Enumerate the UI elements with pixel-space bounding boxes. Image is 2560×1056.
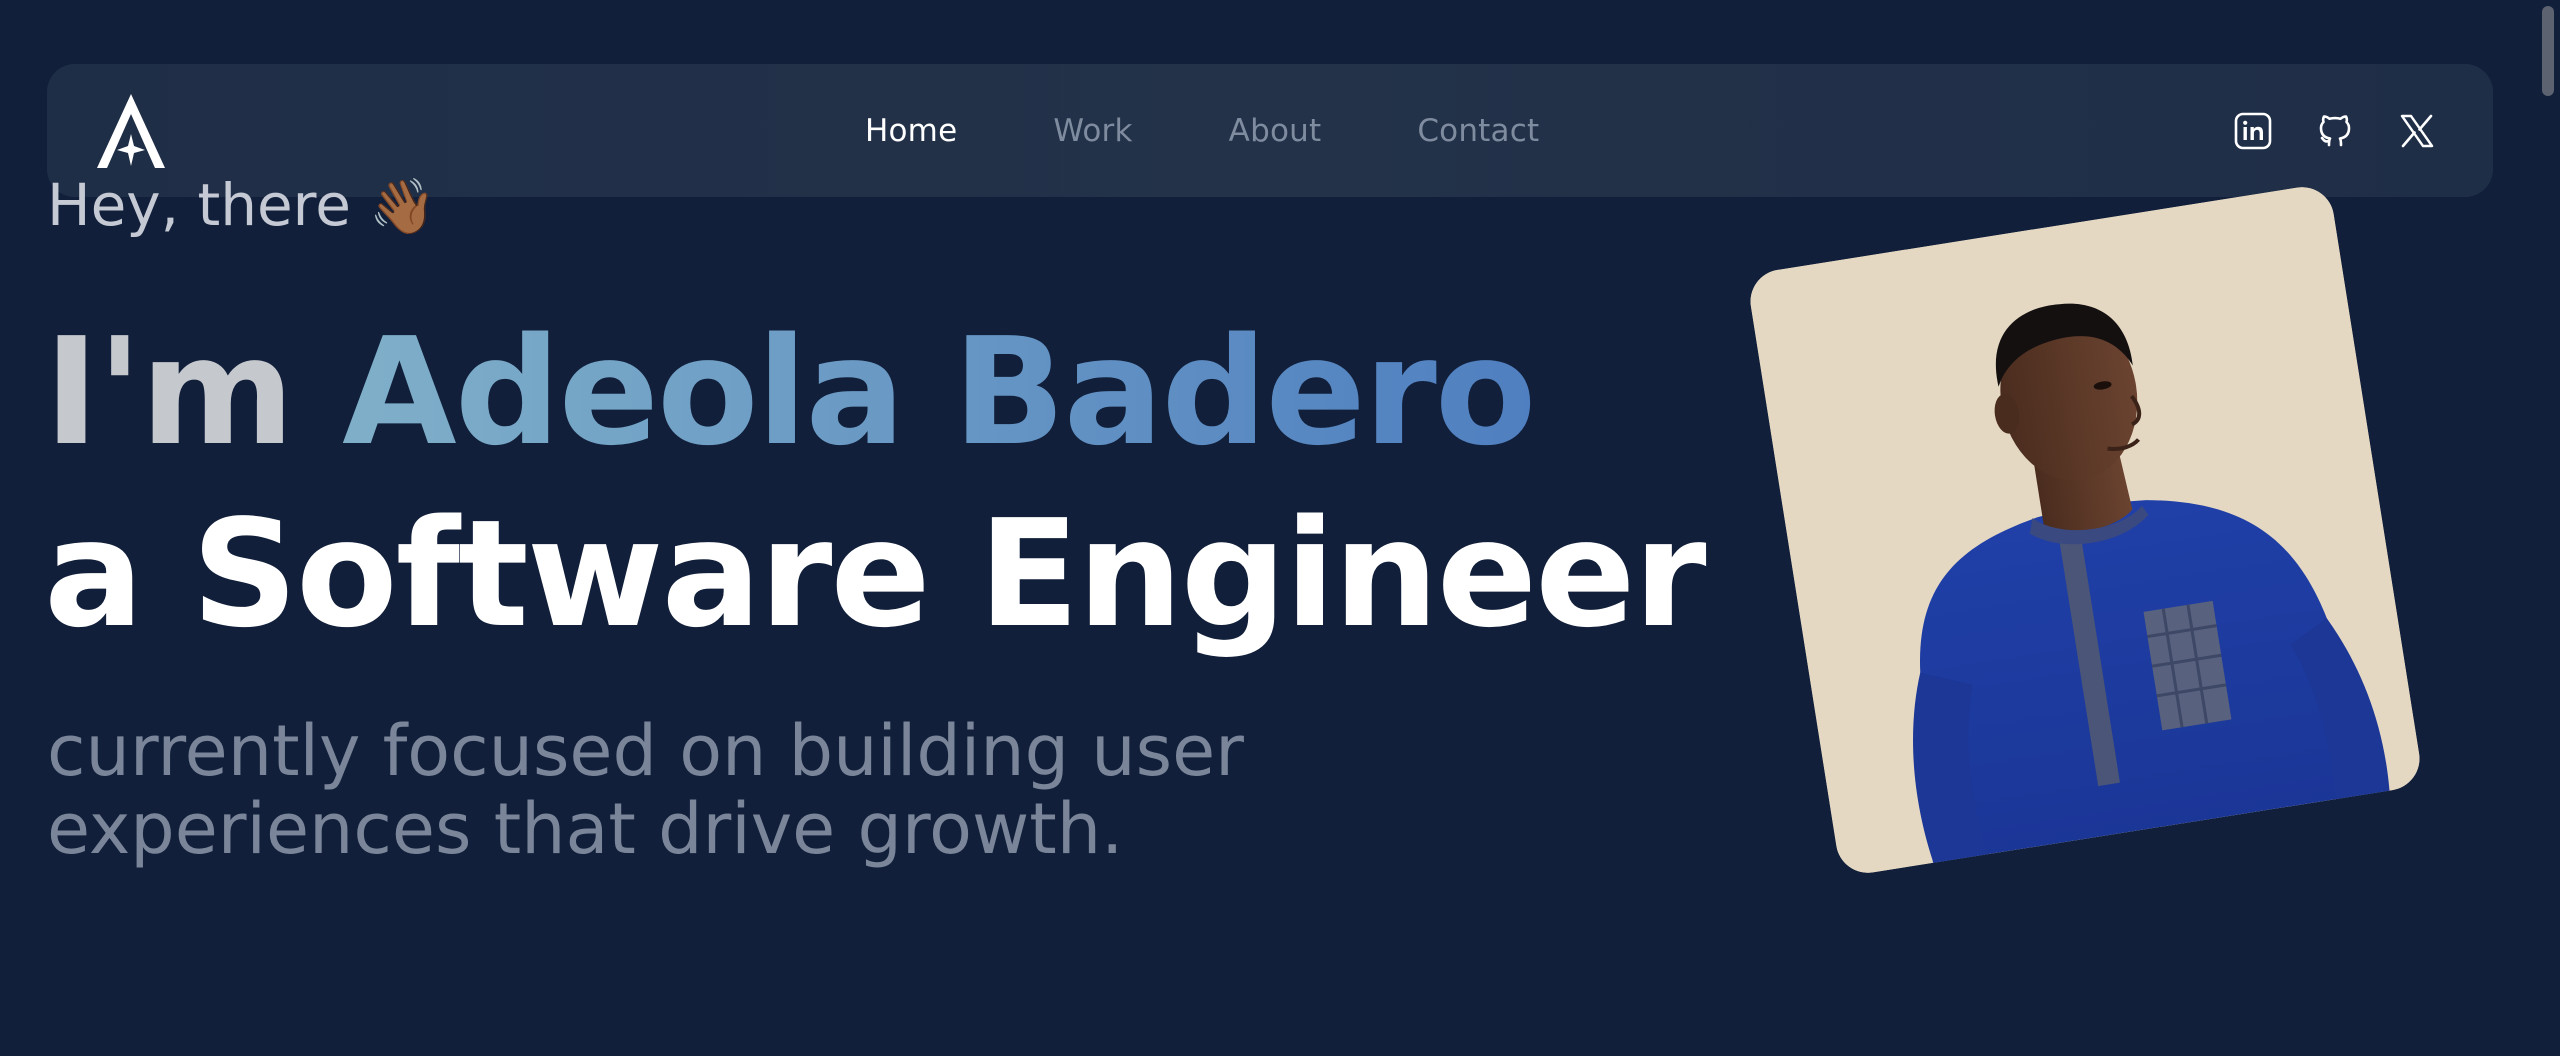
- waving-hand-icon: 👋🏾: [369, 175, 437, 238]
- profile-photo: [1745, 182, 2425, 878]
- subtitle-line-2: experiences that drive growth.: [47, 788, 1124, 870]
- greeting: Hey, there 👋🏾: [47, 176, 437, 234]
- github-icon[interactable]: [2315, 111, 2355, 151]
- brand-logo[interactable]: [91, 90, 171, 172]
- nav-link-home[interactable]: Home: [865, 113, 957, 149]
- logo-icon: [97, 94, 165, 168]
- nav-link-work[interactable]: Work: [1053, 113, 1132, 149]
- author-name: Adeola Badero: [342, 306, 1536, 478]
- subtitle-line-1: currently focused on building user: [47, 710, 1244, 792]
- nav-link-contact[interactable]: Contact: [1417, 113, 1539, 149]
- scroll-thumb[interactable]: [2542, 6, 2554, 96]
- person-illustration: [1745, 182, 2425, 878]
- headline-name: I'm Adeola Badero: [44, 318, 1536, 466]
- headline-role: a Software Engineer: [44, 488, 1707, 660]
- page: Home Work About Contact Hey, there 👋🏾 I'…: [0, 0, 2560, 1056]
- hero-subtitle: currently focused on building user exper…: [47, 712, 1347, 868]
- linkedin-icon[interactable]: [2233, 111, 2273, 151]
- nav-links: Home Work About Contact: [865, 64, 1635, 197]
- x-twitter-icon[interactable]: [2397, 111, 2437, 151]
- greeting-text: Hey, there: [47, 171, 351, 239]
- headline-prefix: I'm: [44, 306, 295, 478]
- social-links: [2233, 64, 2437, 197]
- page-scrollbar[interactable]: [2536, 0, 2560, 1056]
- portrait-card: [1745, 182, 2425, 878]
- nav-link-about[interactable]: About: [1229, 113, 1322, 149]
